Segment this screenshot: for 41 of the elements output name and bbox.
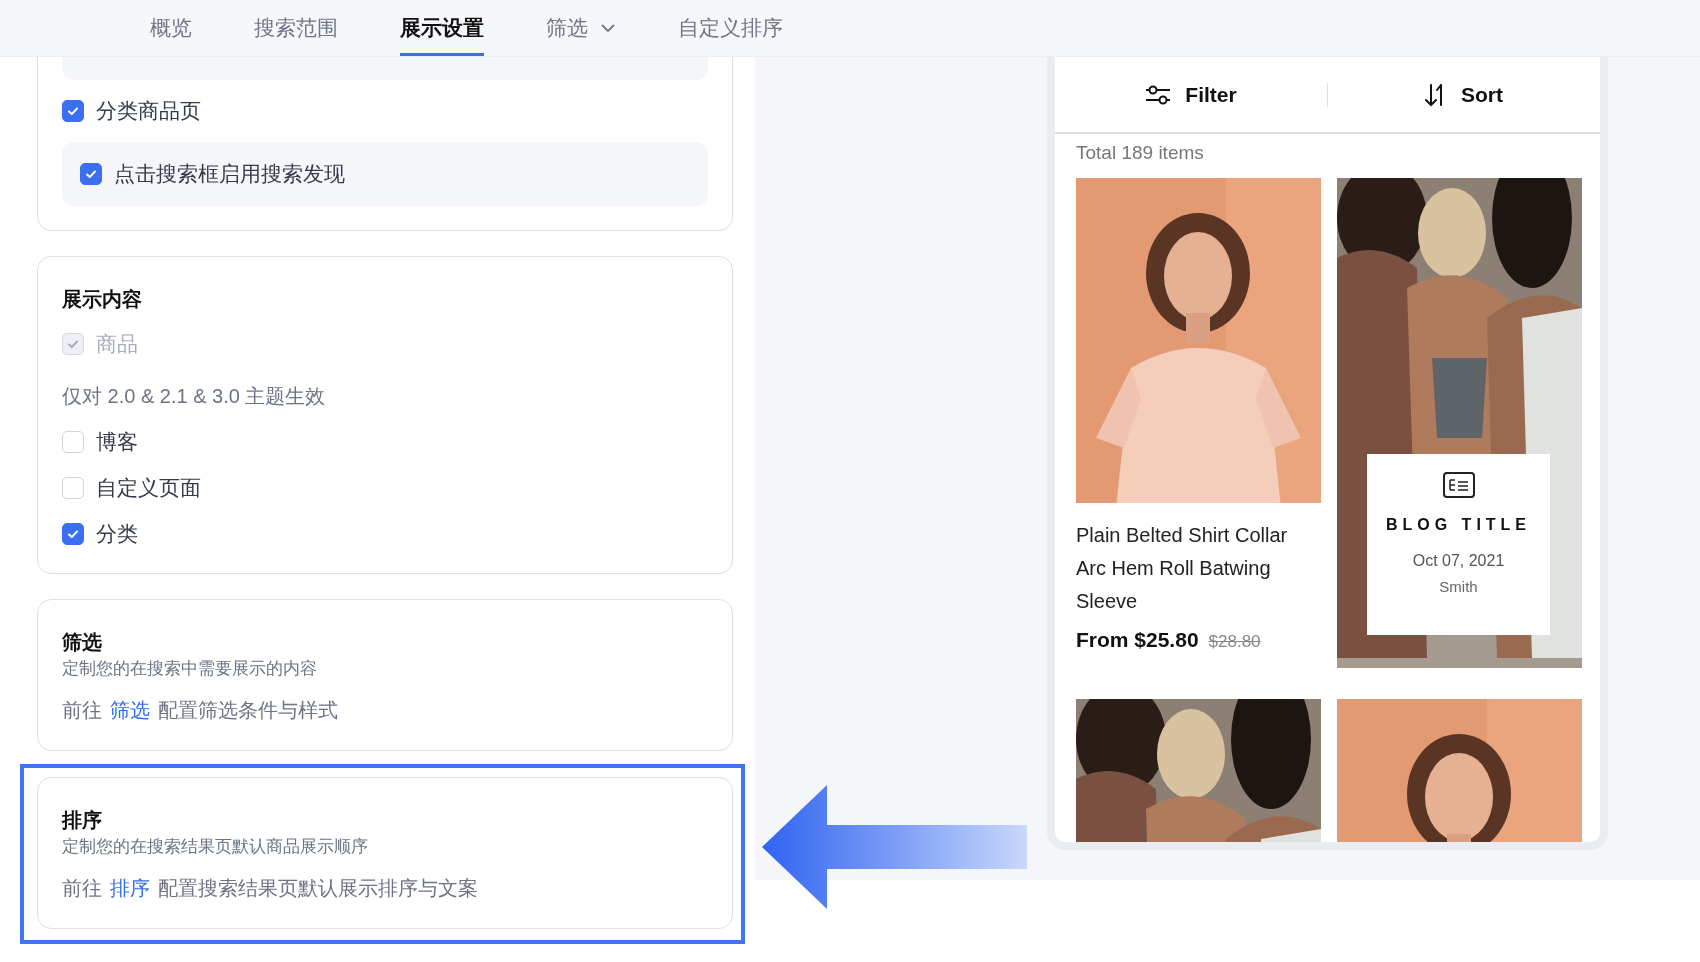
card-description: 定制您的在搜索中需要展示的内容: [62, 658, 318, 680]
nav-tab[interactable]: 筛选: [546, 0, 616, 56]
note-text: 仅对 2.0 & 2.1 & 3.0 主题生效: [62, 384, 327, 409]
total-count: Total 189 items: [1075, 141, 1205, 165]
settings-link[interactable]: 排序: [110, 877, 150, 899]
blog-author: Smith: [1439, 578, 1478, 595]
sort-button[interactable]: Sort: [1328, 82, 1600, 107]
original-price: $28.80: [1208, 632, 1261, 652]
checkbox-row[interactable]: 博客: [62, 427, 708, 457]
checkbox-row[interactable]: 分类: [62, 519, 708, 549]
checkbox-label: 点击搜索框启用搜索发现: [114, 161, 345, 187]
checkbox-label: 商品: [96, 331, 138, 357]
blog-card[interactable]: BLOG TITLE Oct 07, 2021 Smith: [1367, 454, 1550, 635]
checkbox-label: 分类: [96, 521, 138, 547]
sliders-icon: [1145, 83, 1172, 106]
checkbox-row[interactable]: 自定义页面: [62, 473, 708, 503]
settings-link[interactable]: 筛选: [110, 699, 150, 721]
checkbox[interactable]: [62, 523, 84, 545]
left-arrow-icon: [760, 785, 1030, 910]
product-title[interactable]: Plain Belted Shirt Collar Arc Hem Roll Batwing Sleeve: [1076, 519, 1321, 618]
checkbox-row[interactable]: 分类商品页: [62, 96, 708, 126]
blog-title: BLOG TITLE: [1385, 516, 1532, 534]
filter-button[interactable]: Filter: [1055, 82, 1327, 107]
card-title: 展示内容: [62, 287, 143, 312]
card-title: 排序: [62, 808, 103, 833]
checkbox[interactable]: [80, 163, 102, 185]
checkbox-label: 自定义页面: [96, 475, 201, 501]
nav-tab[interactable]: 自定义排序: [678, 0, 783, 56]
product-price: From $25.80: [1076, 628, 1199, 652]
nav-tab[interactable]: 搜索范围: [254, 0, 338, 56]
nav-tab[interactable]: 概览: [150, 0, 192, 56]
checkbox[interactable]: [62, 100, 84, 122]
checkbox-label: 博客: [96, 429, 138, 455]
card-title: 筛选: [62, 630, 103, 655]
checkbox-label: 分类商品页: [96, 98, 201, 124]
blog-date: Oct 07, 2021: [1412, 552, 1505, 570]
link-text: 前往 排序 配置搜索结果页默认展示排序与文案: [62, 876, 479, 901]
card-description: 定制您的在搜索结果页默认商品展示顺序: [62, 836, 369, 858]
checkbox-row[interactable]: 点击搜索框启用搜索发现: [80, 159, 345, 189]
link-text: 前往 筛选 配置筛选条件与样式: [62, 698, 339, 723]
blog-icon: [1442, 472, 1475, 498]
